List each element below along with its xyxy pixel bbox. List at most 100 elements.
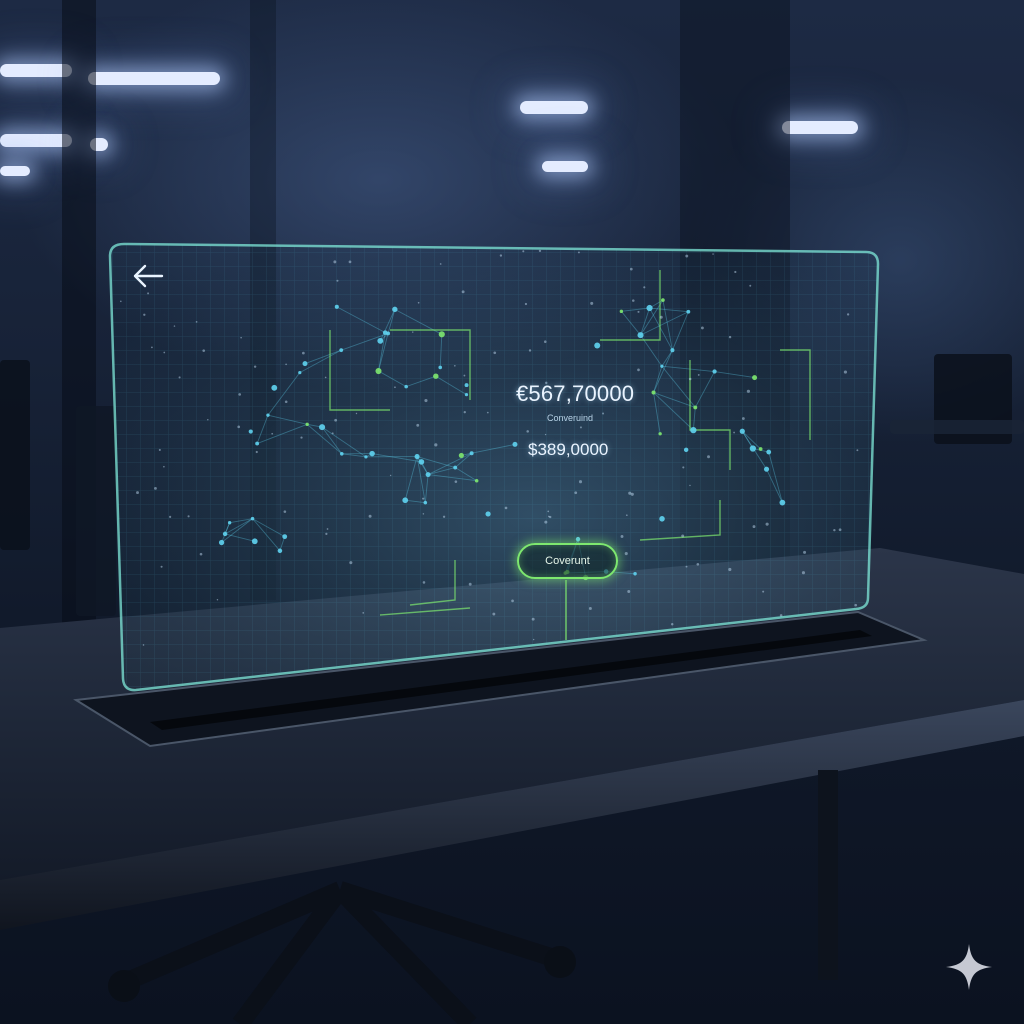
particle [154,486,157,490]
network-node [298,370,302,375]
particle [120,300,122,303]
particle [417,301,420,304]
network-node [277,548,283,554]
arrow-left-icon [133,264,164,288]
particle [394,386,396,389]
network-node [763,466,770,472]
particle [253,365,257,368]
network-node [248,429,253,434]
network-node [766,449,772,455]
particle [588,606,592,610]
particle [255,450,258,454]
panel-grid [110,244,878,691]
network-node [619,309,624,314]
network-node [660,364,664,368]
sparkle-icon [946,944,992,990]
particle [688,377,692,381]
particle [628,491,632,495]
particle [461,290,465,294]
network-node [386,331,391,336]
particle [763,632,768,636]
back-button[interactable] [128,260,168,294]
network-node [659,516,665,522]
particle [625,514,628,517]
particle [712,253,714,255]
particle [271,432,274,435]
network-node [425,472,431,478]
particle [324,376,327,379]
particle [838,528,842,532]
particle [547,510,550,513]
particle [169,515,172,518]
particle [734,270,737,274]
particle [187,515,190,518]
particle [416,423,420,427]
particle [238,393,242,396]
particle [468,582,472,586]
particle [237,425,241,429]
particle [142,644,145,646]
particle [163,465,165,468]
particle [195,321,198,323]
particle [349,561,353,565]
particle [151,346,153,349]
particle [283,510,287,513]
particle [240,336,242,339]
network-node [469,451,474,456]
convert-button[interactable]: Coverunt [517,543,618,579]
network-node [693,405,698,410]
particle [422,513,425,515]
network-node [255,441,260,446]
particle [334,418,338,422]
particle [681,534,685,538]
particle [749,284,752,287]
network-node [404,384,408,389]
network-node [402,497,409,504]
particle [643,286,646,289]
particle [143,313,146,316]
network-node [222,531,228,537]
network-node [414,454,420,460]
network-node [266,413,270,417]
particle [389,474,392,477]
particle [637,368,640,372]
amount-caption: Converuind [547,413,594,423]
particle [326,528,329,530]
particle [760,626,764,629]
particle [544,340,547,343]
particle [577,251,580,254]
particle [673,642,676,645]
particle [632,299,635,302]
network-node [690,426,697,434]
particle [422,581,426,584]
particle [348,260,352,264]
particle [627,590,631,593]
particle [285,363,287,366]
network-node [319,424,326,431]
particle [202,349,206,352]
network-node [227,521,232,525]
particle [355,412,358,415]
particle [544,433,547,436]
network-node [282,534,288,540]
particle [762,590,765,593]
particle [173,325,176,327]
network-node [453,465,458,470]
particle [163,351,166,354]
particle [743,660,746,664]
particle [707,455,711,459]
particle [442,515,446,518]
particle [493,351,497,355]
particle [685,565,688,568]
particle [746,389,751,393]
network-node [302,361,308,367]
particle [602,412,605,415]
network-node [251,538,258,545]
network-node [670,348,675,353]
network-node [464,383,469,388]
network-node [458,452,464,459]
particle [336,279,339,282]
particle [752,525,756,529]
particle [136,491,139,494]
particle [333,260,337,264]
